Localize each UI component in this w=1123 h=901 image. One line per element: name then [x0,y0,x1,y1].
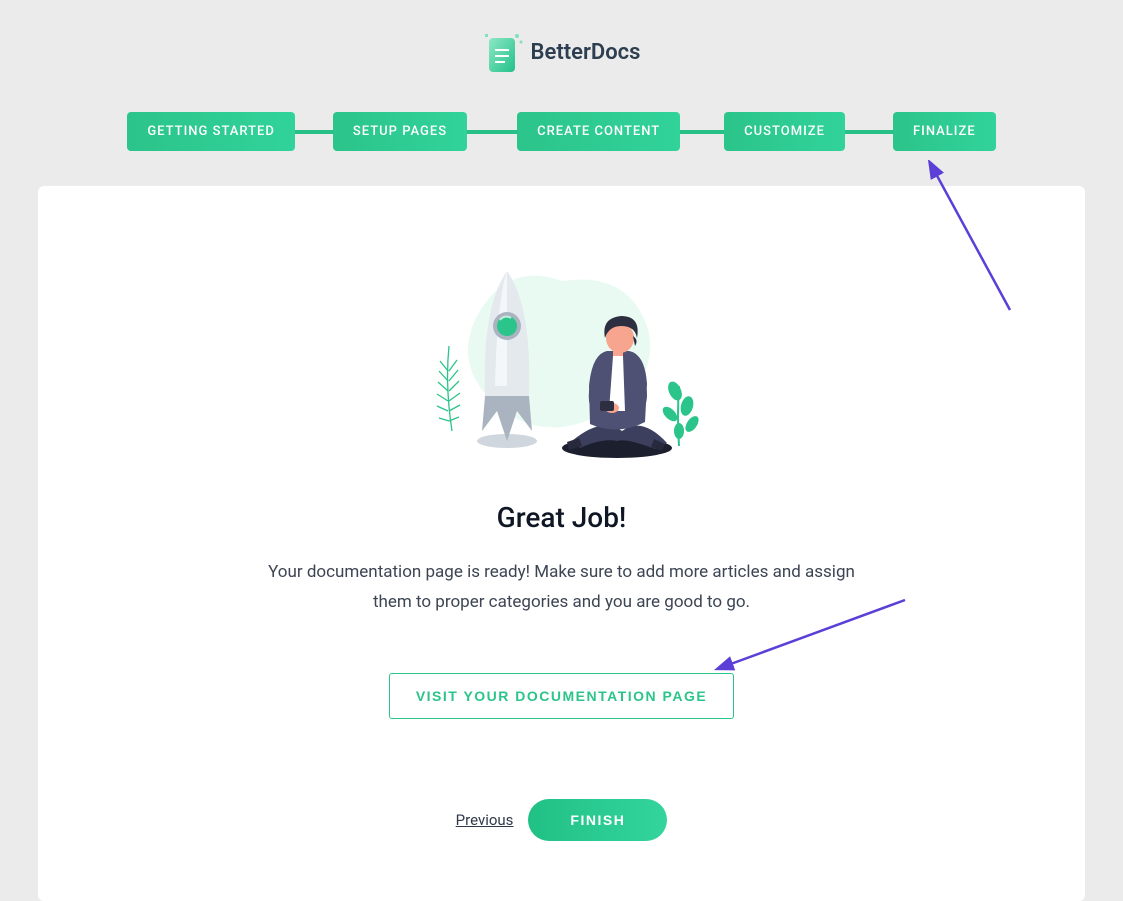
brand-logo: BetterDocs [0,30,1123,82]
finish-button[interactable]: FINISH [528,799,667,841]
setup-wizard-steps: GETTING STARTED SETUP PAGES CREATE CONTE… [0,112,1123,151]
step-setup-pages[interactable]: SETUP PAGES [333,112,467,151]
step-create-content[interactable]: CREATE CONTENT [517,112,680,151]
success-subtitle: Your documentation page is ready! Make s… [262,558,862,618]
step-customize[interactable]: CUSTOMIZE [724,112,845,151]
brand-name: BetterDocs [531,40,641,65]
betterdocs-logo-icon [483,30,521,74]
previous-link[interactable]: Previous [456,811,514,829]
step-finalize[interactable]: FINALIZE [893,112,996,151]
success-illustration [78,246,1045,461]
visit-documentation-button[interactable]: VISIT YOUR DOCUMENTATION PAGE [389,673,734,719]
step-getting-started[interactable]: GETTING STARTED [127,112,295,151]
success-title: Great Job! [78,501,1045,534]
wizard-card: Great Job! Your documentation page is re… [38,186,1085,901]
